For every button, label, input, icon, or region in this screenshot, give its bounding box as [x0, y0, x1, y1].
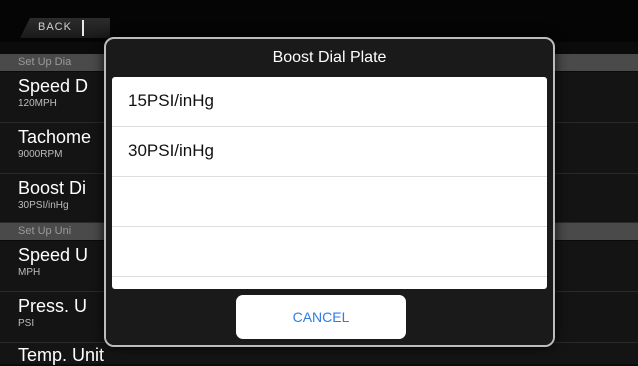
row-title: Speed D — [18, 76, 89, 96]
option-label: 15PSI/inHg — [128, 91, 214, 110]
row-subtitle: 120MPH — [18, 98, 57, 109]
dialog-footer: CANCEL — [106, 289, 553, 345]
back-button-label: BACK — [38, 21, 72, 33]
option-label: 30PSI/inHg — [128, 141, 214, 160]
option-30psi[interactable]: 30PSI/inHg — [112, 127, 547, 177]
row-subtitle: 9000RPM — [18, 149, 63, 160]
option-empty-4[interactable] — [112, 227, 547, 277]
option-empty-5[interactable] — [112, 277, 547, 289]
back-button[interactable]: BACK — [20, 18, 110, 38]
text-cursor-icon — [82, 20, 84, 36]
row-subtitle: MPH — [18, 267, 41, 278]
row-title: Temp. Unit — [18, 345, 105, 365]
row-title: Boost Di — [18, 178, 87, 198]
option-empty-3[interactable] — [112, 177, 547, 227]
option-15psi[interactable]: 15PSI/inHg — [112, 77, 547, 127]
row-title: Press. U — [18, 296, 88, 316]
option-list: 15PSI/inHg 30PSI/inHg — [112, 77, 547, 289]
dialog-title: Boost Dial Plate — [272, 49, 387, 66]
row-subtitle: PSI — [18, 318, 35, 329]
row-title: Tachome — [18, 127, 92, 147]
row-subtitle: 30PSI/inHg — [18, 200, 69, 211]
row-title: Speed U — [18, 245, 89, 265]
section-header-label: Set Up Dia — [18, 56, 72, 68]
top-bar: BACK — [0, 0, 638, 42]
section-header-label: Set Up Uni — [18, 225, 72, 237]
cancel-button[interactable]: CANCEL — [236, 295, 406, 339]
boost-dial-plate-dialog: Boost Dial Plate 15PSI/inHg 30PSI/inHg C… — [104, 37, 555, 347]
